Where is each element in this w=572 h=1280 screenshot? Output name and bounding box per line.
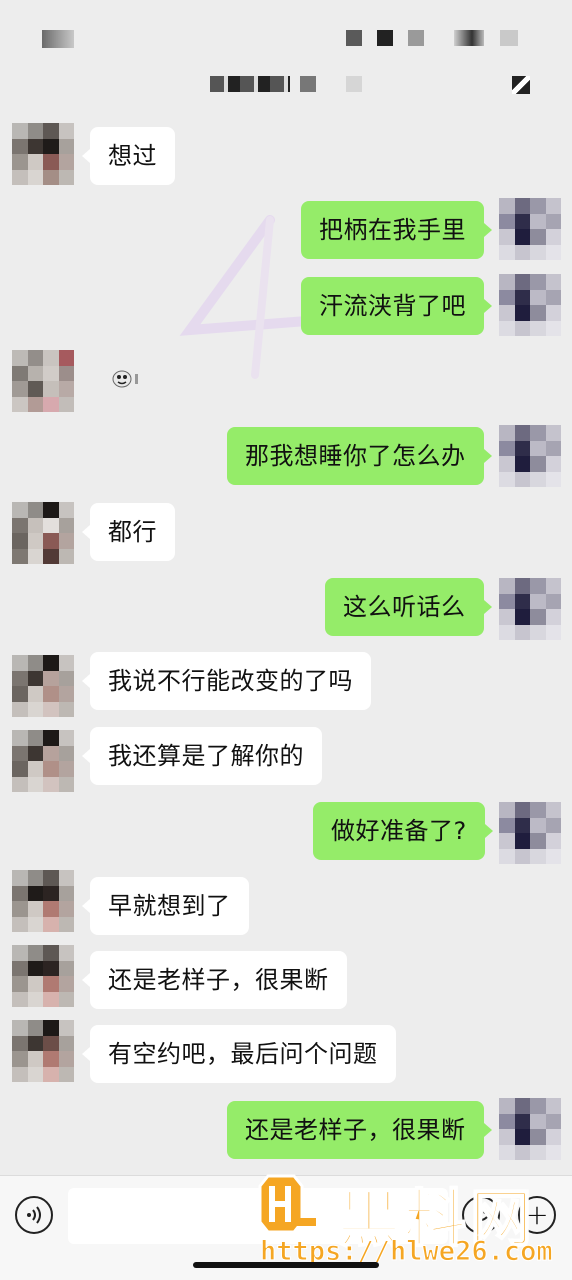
status-extra-obscured [454, 30, 484, 46]
message-bubble-received[interactable]: 我说不行能改变的了吗 [82, 652, 371, 710]
message-bubble-received[interactable]: 我还算是了解你的 [82, 727, 322, 785]
avatar[interactable] [12, 350, 74, 412]
my-avatar[interactable] [499, 425, 561, 487]
home-indicator [193, 1262, 379, 1268]
avatar[interactable] [12, 123, 74, 185]
status-signal-obscured [346, 30, 362, 46]
status-wifi-obscured [377, 30, 393, 46]
chat-title-obscured-3 [346, 76, 362, 92]
message-bubble-received[interactable]: 有空约吧，最后问个问题 [82, 1025, 396, 1083]
message-bubble-received[interactable]: 早就想到了 [82, 877, 249, 935]
message-bubble-sent[interactable]: 做好准备了? [313, 802, 493, 860]
message-bubble-received[interactable]: 想过 [82, 127, 175, 185]
message-bubble-received[interactable]: 还是老样子，很果断 [82, 951, 347, 1009]
avatar[interactable] [12, 1020, 74, 1082]
status-bar [0, 0, 572, 60]
my-avatar[interactable] [499, 274, 561, 336]
watermark-logo-icon [258, 1174, 316, 1234]
status-extra2-obscured [500, 30, 518, 46]
chat-title-bar [0, 60, 572, 114]
more-icon-obscured[interactable] [512, 76, 530, 94]
avatar[interactable] [12, 655, 74, 717]
avatar[interactable] [12, 502, 74, 564]
my-avatar[interactable] [499, 1098, 561, 1160]
avatar[interactable] [12, 870, 74, 932]
sticker-icon [112, 370, 138, 388]
my-avatar[interactable] [499, 578, 561, 640]
message-bubble-received[interactable]: 都行 [82, 503, 175, 561]
status-time-obscured [42, 30, 74, 48]
message-bubble-sent[interactable]: 那我想睡你了怎么办 [227, 427, 491, 485]
my-avatar[interactable] [499, 802, 561, 864]
my-avatar[interactable] [499, 198, 561, 260]
chat-title-obscured [210, 76, 290, 92]
voice-icon[interactable] [15, 1196, 53, 1234]
message-bubble-sent[interactable]: 这么听话么 [325, 578, 491, 636]
voice-wave-icon [27, 1206, 41, 1224]
message-bubble-sent[interactable]: 把柄在我手里 [301, 201, 492, 259]
avatar[interactable] [12, 945, 74, 1007]
status-battery-obscured [408, 30, 424, 46]
message-bubble-sent[interactable]: 还是老样子，很果断 [227, 1101, 491, 1159]
avatar[interactable] [12, 730, 74, 792]
chat-title-obscured-2 [300, 76, 316, 92]
message-bubble-sent[interactable]: 汗流浃背了吧 [301, 277, 492, 335]
